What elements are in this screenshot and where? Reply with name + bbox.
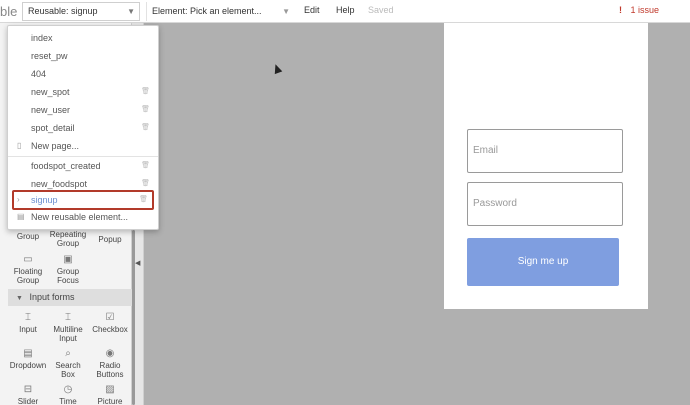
password-field[interactable]: Password [467, 182, 623, 226]
input-icon: ⌶ [25, 312, 31, 323]
menu-item-new-user[interactable]: new_user 🗑 [8, 101, 158, 119]
palette-dropdown[interactable]: ▤ Dropdown [8, 348, 48, 371]
collapse-arrow-icon[interactable]: ◀ [135, 259, 140, 267]
palette-multiline-input[interactable]: ⌶ Multiline Input [48, 312, 88, 344]
page-selector-dropdown[interactable]: Reusable: signup ▼ [22, 2, 140, 21]
section-input-forms[interactable]: ▼ Input forms [8, 289, 132, 306]
trash-icon[interactable]: 🗑 [141, 83, 150, 101]
palette-search-box[interactable]: ⌕ Search Box [48, 348, 88, 380]
menu-help[interactable]: Help [336, 5, 355, 15]
app-logo[interactable]: ble [0, 4, 20, 18]
menu-item-new-page[interactable]: ▯ New page... [8, 137, 158, 155]
palette-time[interactable]: ◷ Time [48, 385, 88, 405]
save-status: Saved [368, 5, 394, 15]
menu-item-signup[interactable]: › signup 🗑 [12, 190, 154, 210]
issues-indicator[interactable]: ! 1 issue [619, 5, 659, 15]
palette-checkbox[interactable]: ☑ Checkbox [90, 312, 130, 335]
palette-group[interactable]: Group [8, 232, 48, 241]
palette-input[interactable]: ⌶ Input [8, 312, 48, 335]
menu-item-spot-detail[interactable]: spot_detail 🗑 [8, 119, 158, 137]
sign-up-button[interactable]: Sign me up [467, 238, 619, 286]
menu-item-foodspot-created[interactable]: foodspot_created 🗑 [8, 157, 158, 175]
canvas-page[interactable]: Email Password Sign me up [444, 23, 648, 309]
picture-icon: ▨ [105, 384, 115, 395]
radio-icon: ◉ [105, 348, 115, 359]
email-field[interactable]: Email [467, 129, 623, 173]
slider-icon: ⊟ [23, 384, 33, 395]
trash-icon[interactable]: 🗑 [141, 101, 150, 119]
warning-icon: ! [619, 5, 622, 15]
palette-floating-group[interactable]: ▭ Floating Group [8, 254, 48, 286]
trash-icon[interactable]: 🗑 [141, 119, 150, 137]
trash-icon[interactable]: 🗑 [141, 157, 150, 175]
multiline-input-icon: ⌶ [65, 312, 71, 323]
menu-item-404[interactable]: 404 [8, 65, 158, 83]
palette-slider[interactable]: ⊟ Slider [8, 385, 48, 405]
trash-icon[interactable]: 🗑 [139, 192, 148, 208]
dropdown-icon: ▤ [23, 348, 33, 359]
page-selector-value: Reusable: signup [28, 6, 98, 16]
palette-repeating-group[interactable]: Repeating Group [48, 230, 88, 248]
menu-item-new-reusable-element[interactable]: ▤ New reusable element... [8, 208, 158, 226]
element-selector-value: Element: Pick an element... [152, 6, 262, 16]
menu-item-index[interactable]: index [8, 29, 158, 47]
chevron-right-icon: › [17, 195, 20, 204]
palette-group-focus[interactable]: ▣ Group Focus [48, 254, 88, 286]
menu-item-new-spot[interactable]: new_spot 🗑 [8, 83, 158, 101]
page-selector-menu: index reset_pw 404 new_spot 🗑 new_user 🗑… [7, 25, 159, 230]
caret-down-icon: ▼ [16, 295, 23, 302]
palette-radio-buttons[interactable]: ◉ Radio Buttons [90, 348, 130, 380]
chevron-down-icon: ▼ [127, 7, 135, 16]
mouse-cursor-icon [271, 62, 283, 75]
palette-popup[interactable]: Popup [90, 235, 130, 244]
reusable-element-icon: ▤ [17, 212, 25, 221]
checkbox-icon: ☑ [105, 312, 115, 323]
element-selector-dropdown[interactable]: Element: Pick an element... ▼ [146, 2, 294, 21]
menu-edit[interactable]: Edit [304, 5, 320, 15]
document-icon: ▯ [17, 141, 22, 150]
folder-icon: ▭ [23, 254, 33, 265]
top-toolbar: ble Reusable: signup ▼ Element: Pick an … [0, 0, 690, 23]
palette-scrollbar[interactable] [132, 230, 135, 405]
chevron-down-icon: ▼ [282, 7, 290, 16]
issues-label: 1 issue [630, 5, 660, 15]
menu-item-reset-pw[interactable]: reset_pw [8, 47, 158, 65]
clock-icon: ◷ [63, 384, 73, 395]
search-icon: ⌕ [65, 348, 71, 359]
palette-picture[interactable]: ▨ Picture [90, 385, 130, 405]
group-focus-icon: ▣ [63, 254, 73, 265]
